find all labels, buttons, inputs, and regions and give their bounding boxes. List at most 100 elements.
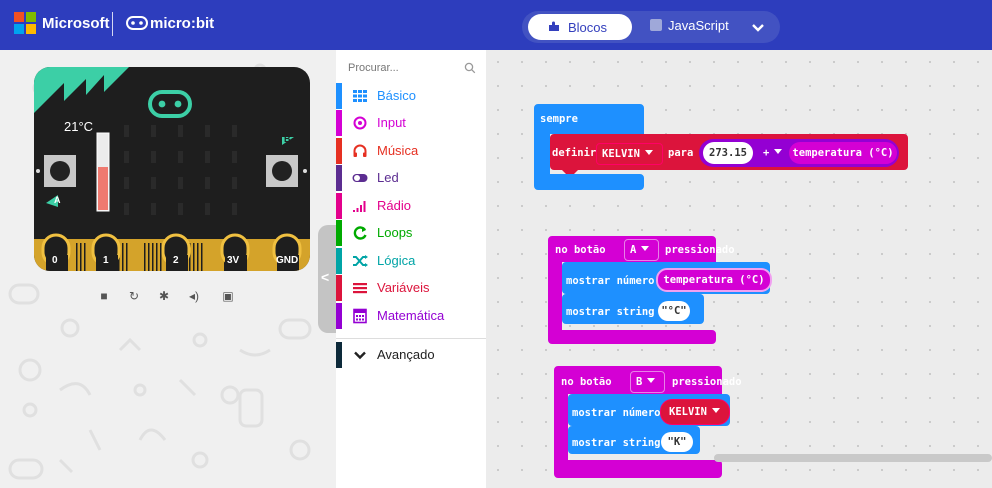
string-value-input[interactable]: "K" (661, 432, 693, 452)
temperature-reporter[interactable]: temperatura (°C) (789, 142, 897, 164)
set-keyword: definir (552, 147, 597, 159)
category-logic[interactable]: Lógica (336, 248, 486, 274)
temperature-readout: 21°C (64, 119, 94, 134)
forever-block-label: sempre (540, 113, 578, 125)
variable-reporter[interactable]: KELVIN (660, 399, 730, 425)
top-bar: Microsoft micro:bit Blocos JavaScript (0, 0, 992, 50)
category-label: Rádio (377, 198, 411, 213)
show-number-label: mostrar número (572, 407, 661, 419)
button-b-dropdown[interactable]: B (630, 371, 665, 393)
editor-mode-toggle: Blocos JavaScript (522, 11, 780, 43)
collapse-simulator-button[interactable]: < (318, 225, 336, 333)
button-value: A (630, 244, 637, 256)
category-label: Música (377, 143, 419, 158)
pin-2-label[interactable]: 2 (173, 255, 179, 266)
search-icon[interactable] (464, 62, 476, 74)
workspace-scrollbar[interactable] (714, 454, 992, 462)
category-color-bar (336, 83, 342, 109)
operator-value: + (763, 147, 770, 159)
fullscreen-icon[interactable]: ▣ (220, 288, 236, 304)
category-color-bar (336, 193, 342, 219)
microsoft-logo-icon[interactable] (14, 12, 36, 34)
puzzle-icon (549, 21, 559, 31)
pin-1-label[interactable]: 1 (103, 255, 109, 266)
category-led[interactable]: Led (336, 165, 486, 191)
category-color-bar (336, 138, 342, 164)
restart-icon[interactable]: ↻ (126, 288, 142, 304)
category-label: Led (377, 170, 399, 185)
list-icon (353, 283, 367, 294)
board-graphic (34, 67, 310, 271)
show-string-label: mostrar string (566, 306, 655, 318)
microbit-logo-icon (126, 16, 148, 30)
tab-blocks-label: Blocos (568, 20, 608, 35)
string-value-input[interactable]: "°C" (658, 301, 690, 321)
simulator-controls: ■ ↻ ✱ ◂) ▣ (96, 288, 244, 306)
variable-dropdown[interactable]: KELVIN (596, 143, 663, 165)
toolbox-divider (336, 338, 486, 339)
brand-divider (112, 12, 113, 36)
category-color-bar (336, 220, 342, 246)
microbit-brand[interactable]: micro:bit (150, 15, 214, 32)
category-label: Matemática (377, 308, 445, 323)
toolbox-search-input[interactable]: Procurar... (348, 62, 476, 80)
category-label: Variáveis (377, 280, 430, 295)
category-label: Básico (377, 88, 417, 103)
category-radio[interactable]: Rádio (336, 193, 486, 219)
show-string-label: mostrar string (572, 437, 661, 449)
on-button-prefix: no botão (561, 376, 612, 388)
number-value-input[interactable]: 273.15 (703, 142, 753, 164)
button-a-dropdown[interactable]: A (624, 239, 659, 261)
category-label: Lógica (377, 253, 416, 268)
on-button-prefix: no botão (555, 244, 606, 256)
caret-down-icon (644, 150, 653, 155)
variable-name: KELVIN (602, 148, 640, 160)
category-math[interactable]: Matemática (336, 303, 486, 329)
pin-gnd-label: GND (276, 255, 299, 266)
category-color-bar (336, 110, 342, 136)
category-label: Input (377, 115, 406, 130)
caret-down-icon (711, 408, 720, 413)
tab-javascript[interactable]: JavaScript (650, 18, 729, 33)
microbit-board: 21°C A B 0 1 2 3V GND (34, 67, 310, 271)
chevron-down-icon[interactable] (750, 19, 766, 35)
simulator-panel: 21°C A B 0 1 2 3V GND ■ ↻ ✱ ◂) ▣ (0, 50, 336, 488)
javascript-icon (650, 19, 662, 31)
category-input[interactable]: Input (336, 110, 486, 136)
caret-down-icon (774, 149, 783, 154)
operator-dropdown[interactable]: + (758, 143, 791, 163)
loop-icon (353, 226, 367, 240)
microsoft-brand[interactable]: Microsoft (42, 15, 110, 32)
category-advanced[interactable]: Avançado (336, 342, 486, 368)
category-color-bar (336, 275, 342, 301)
debug-icon[interactable]: ✱ (156, 288, 172, 304)
shuffle-icon (353, 255, 368, 267)
category-variables[interactable]: Variáveis (336, 275, 486, 301)
chevron-left-icon: < (321, 269, 330, 285)
category-label: Avançado (377, 347, 435, 362)
button-a-label: A (54, 195, 61, 205)
caret-down-icon (641, 246, 650, 251)
category-label: Loops (377, 225, 413, 240)
headphones-icon (353, 144, 367, 157)
caret-down-icon (647, 378, 656, 383)
category-basic[interactable]: Básico (336, 83, 486, 109)
blocks-workspace[interactable]: sempre definir KELVIN para 273.15 + temp… (486, 50, 992, 488)
tab-blocks[interactable]: Blocos (528, 14, 632, 40)
button-b-label: B (284, 134, 291, 144)
variable-name: KELVIN (669, 406, 707, 418)
category-color-bar (336, 342, 342, 368)
category-color-bar (336, 165, 342, 191)
category-color-bar (336, 303, 342, 329)
tab-javascript-label: JavaScript (668, 18, 729, 33)
chevron-down-icon (354, 351, 366, 360)
category-color-bar (336, 248, 342, 274)
sound-icon[interactable]: ◂) (186, 288, 202, 304)
button-value: B (636, 376, 643, 388)
stop-icon[interactable]: ■ (96, 288, 112, 304)
temperature-reporter[interactable]: temperatura (°C) (656, 268, 772, 292)
category-loops[interactable]: Loops (336, 220, 486, 246)
category-music[interactable]: Música (336, 138, 486, 164)
pin-0-label[interactable]: 0 (52, 255, 58, 266)
toolbox: Procurar... Básico Input Música Led Rádi… (336, 50, 487, 488)
